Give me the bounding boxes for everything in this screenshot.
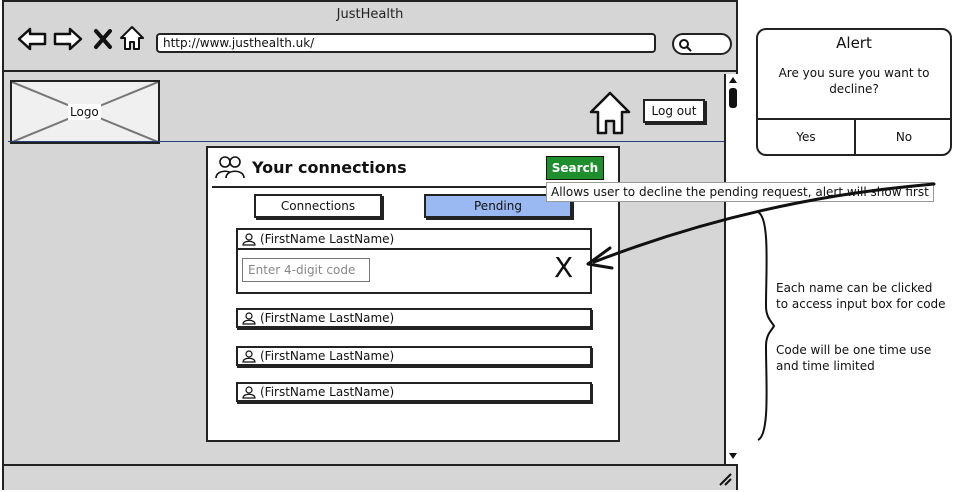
scroll-thumb[interactable] [729,88,737,108]
resize-grip-icon[interactable] [718,472,732,486]
alert-message: Are you sure you want to decline? [778,66,930,96]
page-title: Your connections [252,158,407,177]
user-icon [242,233,256,246]
back-arrow-icon[interactable] [16,26,48,52]
user-icon [242,350,256,363]
scroll-down-icon[interactable] [728,452,738,460]
annotation-note-1: Each name can be clicked to access input… [776,281,946,311]
connection-name: (FirstName LastName) [260,232,395,246]
connection-name: (FirstName LastName) [260,349,395,363]
alert-no-button[interactable]: No [856,130,950,144]
search-button[interactable]: Search [546,156,604,180]
logo-label: Logo [68,104,101,120]
logout-button[interactable]: Log out [643,99,705,123]
home-icon[interactable] [118,24,146,52]
tab-connections[interactable]: Connections [254,194,382,218]
code-input[interactable]: Enter 4-digit code [242,258,370,282]
user-icon [242,312,256,325]
close-icon[interactable] [92,27,114,51]
connection-name: (FirstName LastName) [260,311,395,325]
url-input[interactable]: http://www.justhealth.uk/ [156,33,656,53]
alert-title: Alert [836,34,872,52]
connection-name: (FirstName LastName) [260,385,395,399]
window-title: JustHealth [336,7,404,22]
status-bar [4,464,736,490]
browser-search-field[interactable] [672,33,732,55]
alert-dialog: Alert Are you sure you want to decline? … [756,28,952,156]
alert-yes-button[interactable]: Yes [758,130,854,144]
people-icon [215,156,245,179]
search-icon [679,39,692,52]
forward-arrow-icon[interactable] [52,26,84,52]
scroll-up-icon[interactable] [728,76,738,84]
pending-request-expanded[interactable]: (FirstName LastName) Enter 4-digit code … [236,228,592,294]
header-divider [8,141,726,142]
logo: Logo [10,80,160,144]
user-icon [242,386,256,399]
list-item[interactable]: (FirstName LastName) [236,308,592,328]
annotation-note-2: Code will be one time use and time limit… [776,343,932,373]
list-item[interactable]: (FirstName LastName) [236,346,592,366]
list-item[interactable]: (FirstName LastName) [236,382,592,402]
home-icon[interactable] [588,90,632,136]
annotation-brace [757,211,776,441]
list-item-header[interactable]: (FirstName LastName) [238,230,590,250]
browser-toolbar: JustHealth http://www.justhealth.uk/ [4,2,736,72]
